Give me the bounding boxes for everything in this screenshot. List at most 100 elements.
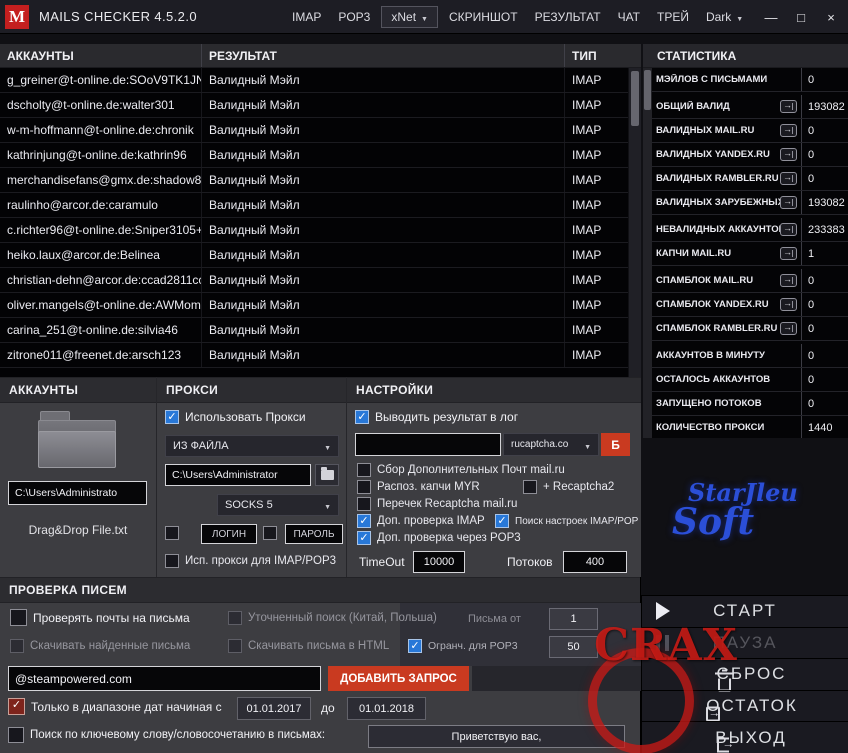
mail-check-panel: ПРОВЕРКА ПИСЕМ Проверять почты на письма… (0, 577, 641, 753)
letters-from-input[interactable] (549, 608, 598, 630)
stat-label: ЗАПУЩЕНО ПОТОКОВ (652, 398, 762, 409)
menu-item-dark[interactable]: Dark (700, 7, 749, 27)
proxy-for-imap-checkbox[interactable] (165, 554, 179, 568)
download-html-label: Скачивать письма в HTML (248, 640, 389, 652)
stat-row: ВАЛИДНЫХ RAMBLER.RU 0 (652, 167, 848, 191)
column-header-accounts[interactable]: АККАУНТЫ (0, 44, 202, 67)
menu-item-скриншот[interactable]: СКРИНШОТ (443, 7, 524, 27)
column-header-result[interactable]: РЕЗУЛЬТАТ (202, 44, 565, 67)
close-button[interactable]: × (816, 0, 846, 34)
query-list-box[interactable] (472, 666, 641, 691)
proxy-path-input[interactable] (165, 464, 311, 486)
refined-search-checkbox[interactable] (228, 611, 242, 625)
proxy-login-input[interactable] (201, 524, 257, 544)
pop3-limit-checkbox[interactable] (408, 639, 422, 653)
table-row[interactable]: dscholty@t-online.de:walter301 Валидный … (0, 93, 628, 118)
query-input[interactable] (8, 666, 321, 691)
table-row[interactable]: heiko.laux@arcor.de:Belinea Валидный Мэй… (0, 243, 628, 268)
table-row[interactable]: w-m-hoffmann@t-online.de:chronik Валидны… (0, 118, 628, 143)
recaptcha2-checkbox[interactable] (523, 480, 537, 494)
statistics-scrollbar[interactable] (643, 68, 652, 438)
table-row[interactable]: zitrone011@freenet.de:arsch123 Валидный … (0, 343, 628, 368)
stat-label: ВАЛИДНЫХ ЗАРУБЕЖНЫХ (652, 197, 780, 208)
menu-item-imap[interactable]: IMAP (286, 7, 327, 27)
table-row[interactable]: oliver.mangels@t-online.de:AWMom Валидны… (0, 293, 628, 318)
download-html-checkbox[interactable] (228, 639, 242, 653)
captcha-service-dropdown[interactable]: rucaptcha.co (503, 433, 599, 456)
download-found-checkbox[interactable] (10, 639, 24, 653)
imap-check-checkbox[interactable] (357, 514, 371, 528)
account-cell: heiko.laux@arcor.de:Belinea (0, 243, 202, 267)
captcha-key-input[interactable] (355, 433, 501, 456)
recheck-recaptcha-checkbox[interactable] (357, 497, 371, 511)
table-scrollbar-thumb[interactable] (631, 71, 639, 126)
table-row[interactable]: merchandisefans@gmx.de:shadow87 Валидный… (0, 168, 628, 193)
stat-label: АККАУНТОВ В МИНУТУ (652, 350, 765, 361)
proxy-password-checkbox[interactable] (263, 526, 277, 540)
action-старт[interactable]: СТАРТ (642, 596, 848, 627)
minimize-button[interactable]: — (756, 0, 786, 34)
stat-row: ВАЛИДНЫХ YANDEX.RU 0 (652, 143, 848, 167)
account-cell: merchandisefans@gmx.de:shadow87 (0, 168, 202, 192)
pop3-limit-input[interactable] (549, 636, 598, 658)
menu-item-label: РЕЗУЛЬТАТ (535, 10, 601, 24)
action-остаток[interactable]: ОСТАТОК (642, 690, 848, 722)
transfer-icon (780, 298, 797, 311)
statistics-scrollbar-thumb[interactable] (644, 70, 651, 110)
proxy-login-checkbox[interactable] (165, 526, 179, 540)
collect-mailru-checkbox[interactable] (357, 463, 371, 477)
exit-icon (717, 738, 729, 753)
menu-item-xnet[interactable]: xNet (381, 6, 438, 28)
account-cell: c.richter96@t-online.de:Sniper3105+ (0, 218, 202, 242)
proxy-source-dropdown[interactable]: ИЗ ФАЙЛА (165, 435, 339, 457)
type-cell: IMAP (565, 168, 628, 192)
table-row[interactable]: g_greiner@t-online.de:SOoV9TK1JN Валидны… (0, 68, 628, 93)
accounts-path-input[interactable] (8, 481, 147, 505)
pop3-check-checkbox[interactable] (357, 531, 371, 545)
stat-label: СПАМБЛОК MAIL.RU (652, 275, 753, 286)
titlebar-menu: IMAP POP3 xNet СКРИНШОТ РЕЗУЛЬТАТ ЧАТ ТР… (286, 0, 749, 34)
settings-panel: НАСТРОЙКИ Выводить результат в лог rucap… (346, 377, 641, 577)
menu-item-чат[interactable]: ЧАТ (612, 7, 646, 27)
menu-item-pop3[interactable]: POP3 (332, 7, 376, 27)
date-range-checkbox[interactable] (8, 698, 25, 715)
date-to-input[interactable] (347, 697, 426, 720)
account-cell: carina_251@t-online.de:silvia46 (0, 318, 202, 342)
action-выход[interactable]: ВЫХОД (642, 721, 848, 753)
table-row[interactable]: carina_251@t-online.de:silvia46 Валидный… (0, 318, 628, 343)
menu-item-label: IMAP (292, 10, 321, 24)
check-mail-checkbox[interactable] (10, 609, 27, 626)
result-cell: Валидный Мэйл (202, 218, 565, 242)
table-row[interactable]: kathrinjung@t-online.de:kathrin96 Валидн… (0, 143, 628, 168)
action-пауза[interactable]: ПАУЗА (642, 627, 848, 659)
proxy-password-input[interactable] (285, 524, 343, 544)
date-from-input[interactable] (237, 697, 311, 720)
menu-item-трей[interactable]: ТРЕЙ (651, 7, 695, 27)
timeout-input[interactable] (413, 551, 465, 573)
table-row[interactable]: c.richter96@t-online.de:Sniper3105+ Вали… (0, 218, 628, 243)
threads-input[interactable] (563, 551, 627, 573)
use-proxy-checkbox[interactable] (165, 410, 179, 424)
column-header-type[interactable]: ТИП (565, 44, 628, 67)
folder-icon (321, 470, 334, 480)
log-output-checkbox[interactable] (355, 410, 369, 424)
stat-label: ВАЛИДНЫХ MAIL.RU (652, 125, 754, 136)
keyword-input[interactable] (368, 725, 625, 748)
table-row[interactable]: christian-dehn@arcor.de:ccad2811cc Валид… (0, 268, 628, 293)
table-row[interactable]: raulinho@arcor.de:caramulo Валидный Мэйл… (0, 193, 628, 218)
stat-label: НЕВАЛИДНЫХ АККАУНТОВ (652, 224, 780, 235)
proxy-type-dropdown[interactable]: SOCKS 5 (217, 494, 339, 516)
action-сброс[interactable]: СБРОС (642, 658, 848, 690)
recognize-captcha-checkbox[interactable] (357, 480, 371, 494)
maximize-button[interactable]: □ (786, 0, 816, 34)
imap-pop-settings-checkbox[interactable] (495, 514, 509, 528)
stat-value: 0 (801, 119, 848, 142)
table-scrollbar[interactable] (628, 68, 641, 377)
menu-item-результат[interactable]: РЕЗУЛЬТАТ (529, 7, 607, 27)
add-query-button[interactable]: ДОБАВИТЬ ЗАПРОС (328, 666, 469, 691)
proxy-type-value: SOCKS 5 (225, 499, 273, 511)
proxy-browse-button[interactable] (315, 464, 339, 486)
keyword-search-checkbox[interactable] (8, 727, 24, 743)
folder-drop-icon[interactable] (38, 411, 116, 469)
balance-button[interactable]: Б (601, 433, 630, 456)
